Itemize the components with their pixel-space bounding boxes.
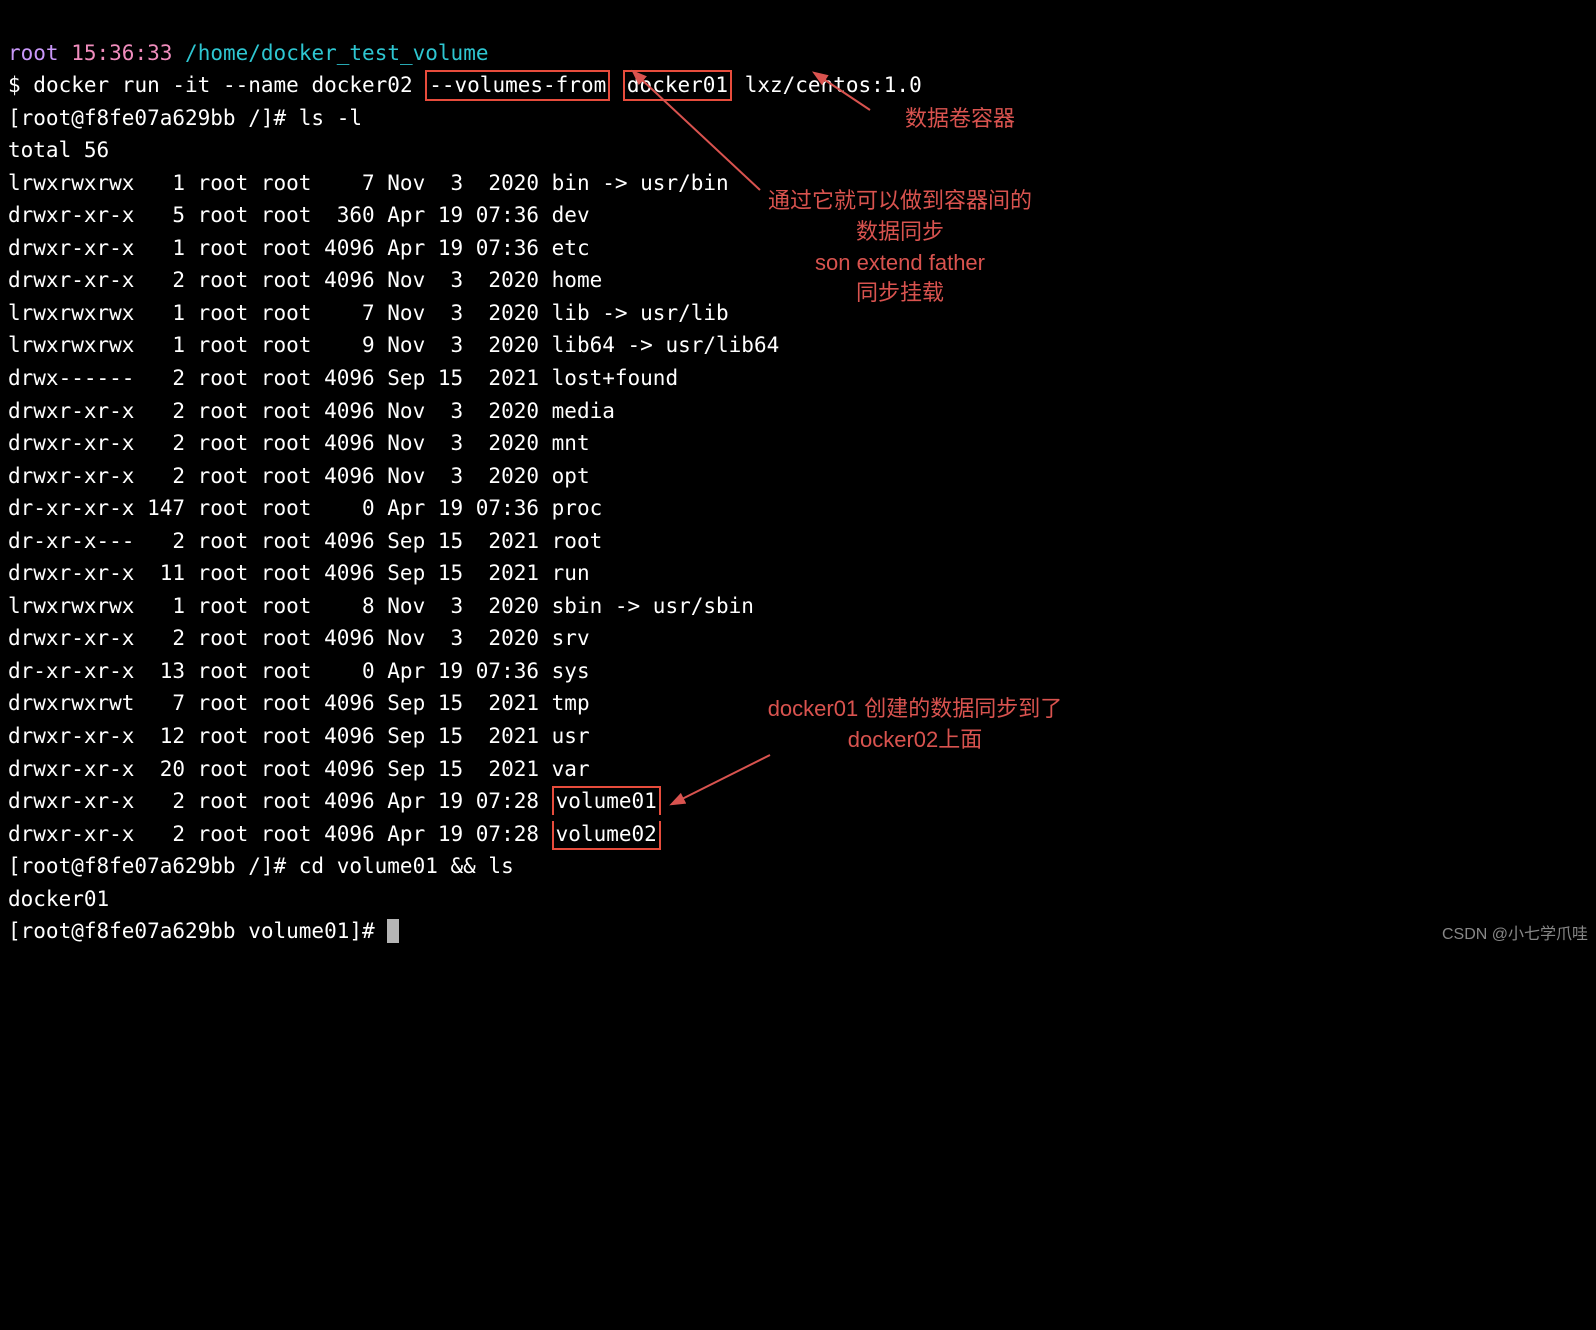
ls-row: dr-xr-xr-x 147 root root 0 Apr 19 07:36 … <box>8 492 1588 525</box>
highlight-volumes-from: --volumes-from <box>425 70 610 101</box>
highlight-volume01: volume01 <box>552 786 661 815</box>
prompt-path: /home/docker_test_volume <box>185 41 488 65</box>
ls-row: drwxr-xr-x 11 root root 4096 Sep 15 2021… <box>8 557 1588 590</box>
prompt-time: 15:36:33 <box>71 41 172 65</box>
highlight-volume02: volume02 <box>552 821 661 850</box>
ls-row: dr-xr-xr-x 13 root root 0 Apr 19 07:36 s… <box>8 655 1588 688</box>
ls-row: drwxr-xr-x 20 root root 4096 Sep 15 2021… <box>8 753 1588 786</box>
ls-row: lrwxrwxrwx 1 root root 8 Nov 3 2020 sbin… <box>8 590 1588 623</box>
annotation-sync-explain: 通过它就可以做到容器间的 数据同步 son extend father 同步挂载 <box>720 186 1080 309</box>
shell-prompt-volume01: [root@f8fe07a629bb volume01]# <box>8 919 399 943</box>
vol-row-pre: drwxr-xr-x 2 root root 4096 Apr 19 07:28 <box>8 789 552 813</box>
ls-row: drwxr-xr-x 2 root root 4096 Nov 3 2020 m… <box>8 427 1588 460</box>
ls-row-volume01: drwxr-xr-x 2 root root 4096 Apr 19 07:28… <box>8 789 661 813</box>
prompt-user: root <box>8 41 59 65</box>
shell-prompt-ls: [root@f8fe07a629bb /]# ls -l <box>8 106 362 130</box>
csdn-watermark: CSDN @小七学爪哇 <box>1442 923 1588 948</box>
terminal-output: root 15:36:33 /home/docker_test_volume $… <box>8 4 1588 948</box>
ls-output-docker01: docker01 <box>8 887 109 911</box>
ls-row: drwxr-xr-x 2 root root 4096 Nov 3 2020 o… <box>8 460 1588 493</box>
annotation-data-volume-container: 数据卷容器 <box>870 104 1050 135</box>
shell-prompt-cd: [root@f8fe07a629bb /]# cd volume01 && ls <box>8 854 514 878</box>
prompt-line: root 15:36:33 /home/docker_test_volume <box>8 41 488 65</box>
ls-row: drwxr-xr-x 2 root root 4096 Nov 3 2020 m… <box>8 395 1588 428</box>
ls-row: drwx------ 2 root root 4096 Sep 15 2021 … <box>8 362 1588 395</box>
cursor-icon <box>387 919 399 943</box>
ls-row: lrwxrwxrwx 1 root root 9 Nov 3 2020 lib6… <box>8 329 1588 362</box>
vol-row-pre: drwxr-xr-x 2 root root 4096 Apr 19 07:28 <box>8 822 552 846</box>
cmd-pre: docker run -it --name docker02 <box>21 73 426 97</box>
ls-row: drwxr-xr-x 2 root root 4096 Nov 3 2020 s… <box>8 622 1588 655</box>
ls-row-volume02: drwxr-xr-x 2 root root 4096 Apr 19 07:28… <box>8 822 661 846</box>
dollar-sign: $ <box>8 73 21 97</box>
ls-row: dr-xr-x--- 2 root root 4096 Sep 15 2021 … <box>8 525 1588 558</box>
highlight-docker01: docker01 <box>623 70 732 101</box>
cmd-post: lxz/centos:1.0 <box>732 73 922 97</box>
cmd-gap <box>610 73 623 97</box>
docker-run-command: $ docker run -it --name docker02 --volum… <box>8 73 922 97</box>
annotation-docker01-sync: docker01 创建的数据同步到了docker02上面 <box>730 694 1100 756</box>
total-line: total 56 <box>8 138 109 162</box>
